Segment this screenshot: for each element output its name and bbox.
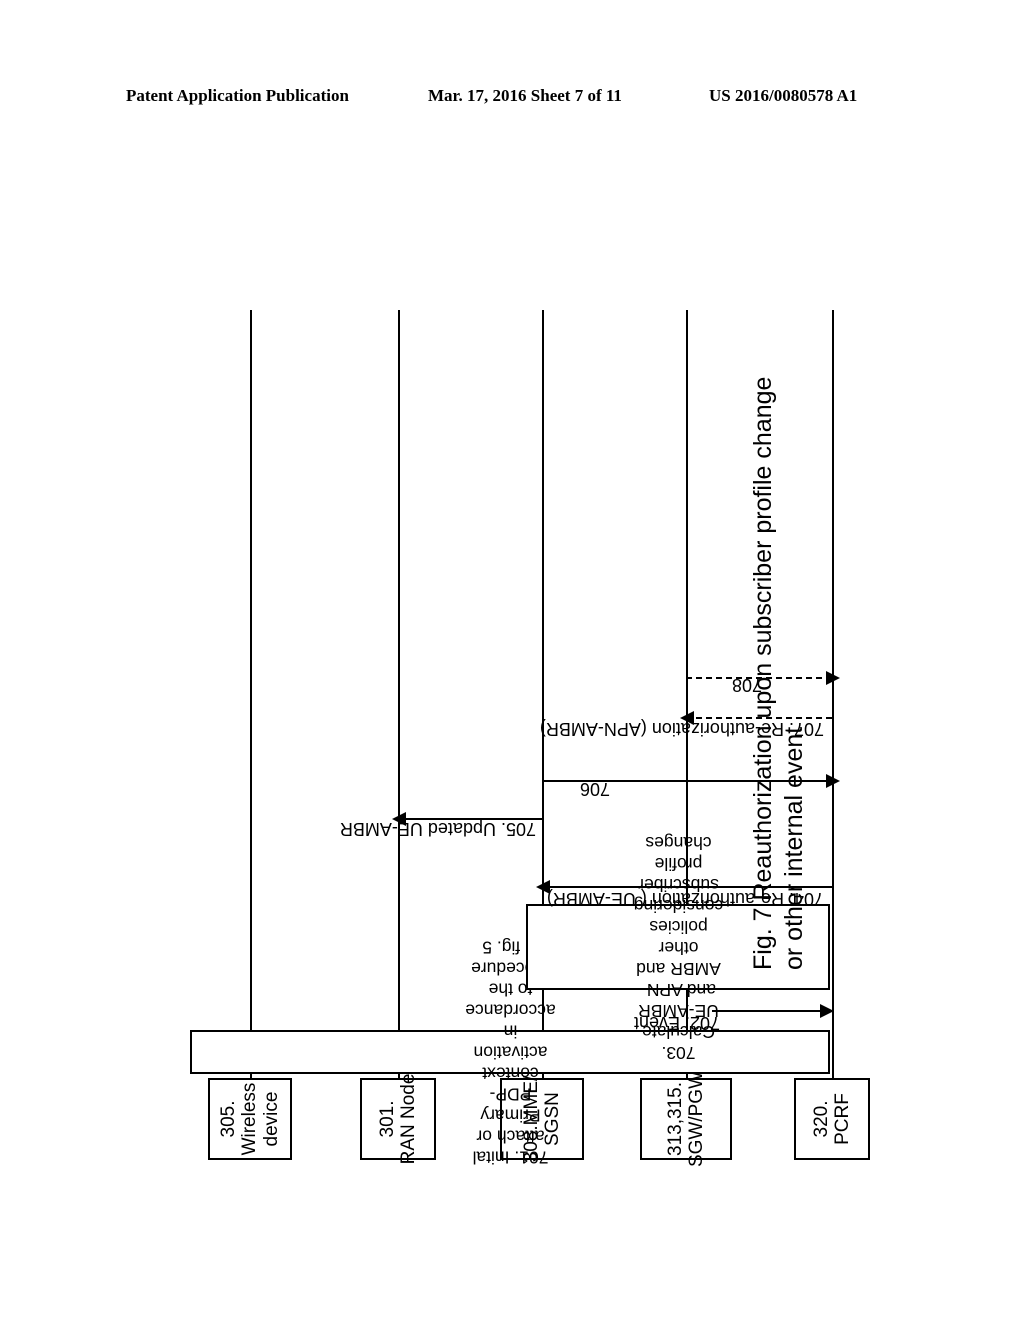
node-sgw-pgw-line1: 313,315. — [664, 1082, 686, 1156]
page-header: Patent Application Publication Mar. 17, … — [0, 86, 1024, 112]
node-box-ran-node[interactable]: 301. RAN Node — [360, 1074, 436, 1164]
message-label-706: 706 — [579, 779, 610, 799]
message-head-708 — [826, 671, 840, 685]
figure-caption-wrapper: Fig. 7 Reauthorization upon subscriber p… — [748, 330, 814, 970]
publication-type-label: Patent Application Publication — [126, 86, 349, 105]
message-head-702 — [820, 1004, 834, 1018]
sequence-diagram: 305. Wireless device 301. RAN Node 308.M… — [190, 250, 870, 1168]
node-wireless-device-line2: Wireless — [239, 1082, 261, 1156]
lifeline-ran-node — [398, 310, 400, 1096]
node-wireless-device-line3: device — [260, 1091, 282, 1147]
node-box-wireless-device[interactable]: 305. Wireless device — [208, 1078, 292, 1160]
node-pcrf-line2: PCRF — [832, 1093, 853, 1145]
lifeline-wireless-device — [250, 310, 252, 1096]
publication-number-label: US 2016/0080578 A1 — [709, 86, 858, 105]
publication-date-sheet-label: Mar. 17, 2016 Sheet 7 of 11 — [428, 86, 622, 105]
process-box-701[interactable]: 701. Inital attach or Primary PDP-contex… — [190, 938, 830, 1168]
message-shaft-702 — [712, 1010, 832, 1012]
figure-caption: Fig. 7 Reauthorization upon subscriber p… — [749, 376, 809, 970]
message-head-706 — [826, 774, 840, 788]
node-pcrf-line1: 320. — [810, 1100, 832, 1138]
node-sgw-pgw-line2: SGW/PGW — [686, 1070, 707, 1168]
message-label-705: 705. Updated UE-AMBR — [339, 819, 536, 839]
node-box-pcrf[interactable]: 320. PCRF — [794, 1078, 870, 1160]
process-703-text: 703. Calculate UE-AMBR and APN-AMBR and … — [633, 832, 723, 1063]
lifeline-pcrf — [832, 310, 834, 1096]
node-wireless-device-line1: 305. — [218, 1100, 240, 1138]
node-ran-node-line1: 301. — [376, 1100, 398, 1138]
node-ran-node-line2: RAN Node — [398, 1073, 419, 1165]
node-box-sgw-pgw[interactable]: 313,315. SGW/PGW — [640, 1071, 732, 1167]
